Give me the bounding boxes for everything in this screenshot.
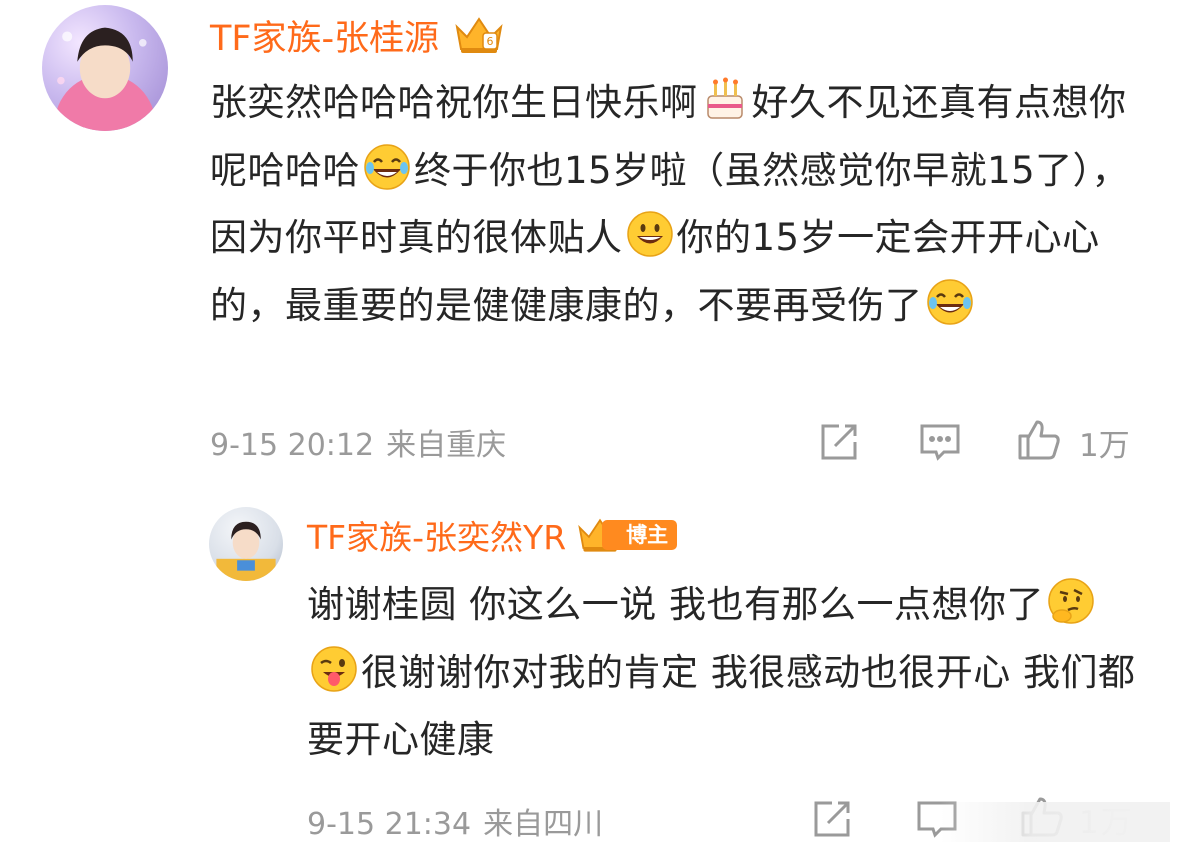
- reply-text-1: 谢谢桂圆 你这么一说 我也有那么一点想你了: [307, 583, 1045, 626]
- commenter-avatar[interactable]: [42, 5, 168, 131]
- like-thumb-icon[interactable]: [1017, 418, 1061, 462]
- blurred-overlay: [940, 802, 1170, 842]
- like-count: 1万: [1079, 428, 1130, 464]
- comment-icon[interactable]: [918, 420, 962, 464]
- grin-emoji-icon: [625, 209, 675, 259]
- reply-time: 9-15 21:34: [307, 807, 472, 842]
- laugh-cry-emoji-icon: [362, 142, 412, 192]
- share-icon[interactable]: [817, 420, 861, 464]
- blogger-badge: 6 博主: [576, 514, 678, 556]
- laugh-cry-emoji-icon: [925, 277, 975, 327]
- thinking-emoji-icon: [1046, 576, 1096, 626]
- comment-meta: 9-15 20:12 来自重庆: [210, 420, 506, 464]
- replier-avatar[interactable]: [209, 507, 283, 581]
- crown-badge-icon: 6: [453, 13, 505, 57]
- share-icon[interactable]: [810, 797, 854, 841]
- commenter-name[interactable]: TF家族-张桂源 6: [210, 10, 505, 60]
- reply-body: 谢谢桂圆 你这么一说 我也有那么一点想你了 很谢谢你对我的肯定 我很感动也很开心…: [307, 571, 1147, 774]
- reply-text-2: 很谢谢你对我的肯定 我很感动也很开心 我们都要开心健康: [307, 650, 1136, 762]
- reply-meta: 9-15 21:34 来自四川: [307, 799, 603, 843]
- comment-body: 张奕然哈哈哈祝你生日快乐啊 好久不见还真有点想你呢哈哈哈 终于你也15岁啦（虽然…: [210, 69, 1140, 339]
- svg-text:6: 6: [487, 35, 494, 48]
- comment-location: 来自重庆: [386, 428, 507, 463]
- replier-name-text[interactable]: TF家族-张奕然YR: [307, 511, 566, 559]
- comment-time: 9-15 20:12: [210, 428, 375, 463]
- tongue-wink-emoji-icon: [309, 644, 359, 694]
- replier-name[interactable]: TF家族-张奕然YR 6 博主: [307, 510, 678, 560]
- blogger-badge-label: 博主: [602, 520, 678, 550]
- cake-emoji-icon: [700, 74, 750, 124]
- comment-text-1: 张奕然哈哈哈祝你生日快乐啊: [210, 81, 698, 124]
- reply-location: 来自四川: [483, 807, 604, 842]
- commenter-name-text[interactable]: TF家族-张桂源: [210, 10, 439, 61]
